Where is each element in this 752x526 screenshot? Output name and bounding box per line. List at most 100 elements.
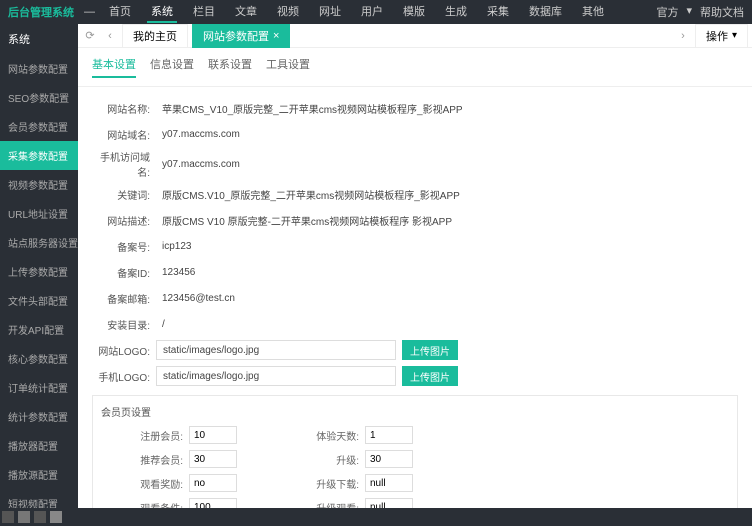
tab-config[interactable]: 网站参数配置× — [192, 24, 290, 48]
next-tab-icon[interactable]: › — [675, 28, 691, 44]
refresh-icon[interactable]: ⟳ — [82, 28, 98, 44]
mlbl-2-a: 观看奖励: — [131, 476, 183, 491]
value-icp: icp123 — [156, 238, 738, 255]
sidebar-item-2[interactable]: 会员参数配置 — [0, 112, 78, 141]
upload-mlogo-button[interactable]: 上传图片 — [402, 366, 458, 386]
content: 网站名称:苹果CMS_V10_原版完整_二开苹果cms视频网站模板程序_影视AP… — [78, 87, 752, 508]
label-keywords: 关键词: — [92, 187, 156, 202]
minp-3-a[interactable] — [189, 498, 237, 508]
footer-sq — [50, 511, 62, 523]
collapse-icon[interactable]: — — [84, 6, 95, 18]
label-mdomain: 手机访问域名: — [92, 149, 156, 179]
footer — [0, 508, 752, 526]
nav-item-11[interactable]: 其他 — [578, 1, 608, 23]
member-section: 会员页设置 注册会员: 体验天数: 推荐会员: 升级: 观看奖励: 升级下载: 观看条件: 升… — [92, 395, 738, 508]
mlbl-1-a: 推荐会员: — [131, 452, 183, 467]
topright-link-0[interactable]: 官方 — [656, 4, 678, 20]
label-stats: 备案ID: — [92, 265, 156, 280]
mlbl-3-a: 观看条件: — [131, 500, 183, 509]
tab-home[interactable]: 我的主页 — [122, 24, 188, 48]
label-email: 备案邮箱: — [92, 291, 156, 306]
value-sitename: 苹果CMS_V10_原版完整_二开苹果cms视频网站模板程序_影视APP — [156, 98, 738, 119]
label-install: 安装目录: — [92, 317, 156, 332]
footer-sq — [34, 511, 46, 523]
value-stats: 123456 — [156, 264, 738, 281]
label-domain: 网站域名: — [92, 127, 156, 142]
value-desc: 原版CMS V10 原版完整-二开苹果cms视频网站模板程序 影视APP — [156, 210, 738, 231]
mlbl-0-a: 注册会员: — [131, 428, 183, 443]
sidebar-item-15[interactable]: 短视频配置 — [0, 489, 78, 508]
nav-item-4[interactable]: 视频 — [273, 1, 303, 23]
minp-0-a[interactable] — [189, 426, 237, 444]
label-desc: 网站描述: — [92, 213, 156, 228]
nav-item-0[interactable]: 首页 — [105, 1, 135, 23]
sub-tabs: 基本设置信息设置联系设置工具设置 — [78, 48, 752, 87]
sidebar-item-12[interactable]: 统计参数配置 — [0, 402, 78, 431]
minp-2-b[interactable] — [365, 474, 413, 492]
subtab-0[interactable]: 基本设置 — [92, 56, 136, 78]
sidebar-item-8[interactable]: 文件头部配置 — [0, 286, 78, 315]
minp-2-a[interactable] — [189, 474, 237, 492]
sidebar: 系统 网站参数配置SEO参数配置会员参数配置采集参数配置视频参数配置URL地址设… — [0, 24, 78, 508]
minp-0-b[interactable] — [365, 426, 413, 444]
mlbl-1-b: 升级: — [307, 452, 359, 467]
value-mdomain: y07.maccms.com — [156, 156, 738, 173]
topright-link-1[interactable]: 帮助文档 — [700, 4, 744, 20]
mlbl-2-b: 升级下载: — [307, 476, 359, 491]
minp-1-a[interactable] — [189, 450, 237, 468]
value-keywords: 原版CMS.V10_原版完整_二开苹果cms视频网站模板程序_影视APP — [156, 184, 738, 205]
tab-ops-button[interactable]: 操作 ▾ — [695, 24, 748, 48]
sidebar-item-0[interactable]: 网站参数配置 — [0, 54, 78, 83]
label-logo: 网站LOGO: — [92, 343, 156, 358]
sidebar-item-11[interactable]: 订单统计配置 — [0, 373, 78, 402]
sidebar-title: 系统 — [0, 24, 78, 54]
minp-3-b[interactable] — [365, 498, 413, 508]
minp-1-b[interactable] — [365, 450, 413, 468]
close-icon[interactable]: × — [273, 30, 279, 42]
top-nav: 首页系统栏目文章视频网址用户模版生成采集数据库其他 — [105, 1, 656, 23]
upload-logo-button[interactable]: 上传图片 — [402, 340, 458, 360]
subtab-3[interactable]: 工具设置 — [266, 56, 310, 78]
nav-item-9[interactable]: 采集 — [483, 1, 513, 23]
footer-sq — [18, 511, 30, 523]
logo: 后台管理系统 — [8, 4, 74, 20]
sidebar-item-14[interactable]: 播放源配置 — [0, 460, 78, 489]
sidebar-item-7[interactable]: 上传参数配置 — [0, 257, 78, 286]
sidebar-item-1[interactable]: SEO参数配置 — [0, 83, 78, 112]
top-right: 官方 ▾ 帮助文档 — [656, 4, 744, 20]
label-sitename: 网站名称: — [92, 101, 156, 116]
value-domain: y07.maccms.com — [156, 126, 738, 143]
sidebar-item-5[interactable]: URL地址设置 — [0, 199, 78, 228]
prev-tab-icon[interactable]: ‹ — [102, 28, 118, 44]
label-icp: 备案号: — [92, 239, 156, 254]
nav-item-8[interactable]: 生成 — [441, 1, 471, 23]
topright-dropdown-icon[interactable]: ▾ — [686, 4, 692, 20]
nav-item-7[interactable]: 模版 — [399, 1, 429, 23]
value-email: 123456@test.cn — [156, 290, 738, 307]
input-mlogo[interactable] — [156, 366, 396, 386]
nav-item-2[interactable]: 栏目 — [189, 1, 219, 23]
nav-item-3[interactable]: 文章 — [231, 1, 261, 23]
subtab-1[interactable]: 信息设置 — [150, 56, 194, 78]
sidebar-item-3[interactable]: 采集参数配置 — [0, 141, 78, 170]
topbar: 后台管理系统 — 首页系统栏目文章视频网址用户模版生成采集数据库其他 官方 ▾ … — [0, 0, 752, 24]
sidebar-item-4[interactable]: 视频参数配置 — [0, 170, 78, 199]
input-logo[interactable] — [156, 340, 396, 360]
main: ⟳ ‹ 我的主页 网站参数配置× › 操作 ▾ 基本设置信息设置联系设置工具设置… — [78, 24, 752, 508]
sidebar-item-9[interactable]: 开发API配置 — [0, 315, 78, 344]
sidebar-item-6[interactable]: 站点服务器设置 — [0, 228, 78, 257]
tab-bar: ⟳ ‹ 我的主页 网站参数配置× › 操作 ▾ — [78, 24, 752, 48]
footer-sq — [2, 511, 14, 523]
sidebar-item-13[interactable]: 播放器配置 — [0, 431, 78, 460]
nav-item-10[interactable]: 数据库 — [525, 1, 566, 23]
label-mlogo: 手机LOGO: — [92, 369, 156, 384]
mlbl-0-b: 体验天数: — [307, 428, 359, 443]
sidebar-item-10[interactable]: 核心参数配置 — [0, 344, 78, 373]
subtab-2[interactable]: 联系设置 — [208, 56, 252, 78]
value-install: / — [156, 316, 738, 333]
mlbl-3-b: 升级观看: — [307, 500, 359, 509]
nav-item-6[interactable]: 用户 — [357, 1, 387, 23]
member-title: 会员页设置 — [101, 400, 729, 423]
nav-item-5[interactable]: 网址 — [315, 1, 345, 23]
nav-item-1[interactable]: 系统 — [147, 1, 177, 23]
